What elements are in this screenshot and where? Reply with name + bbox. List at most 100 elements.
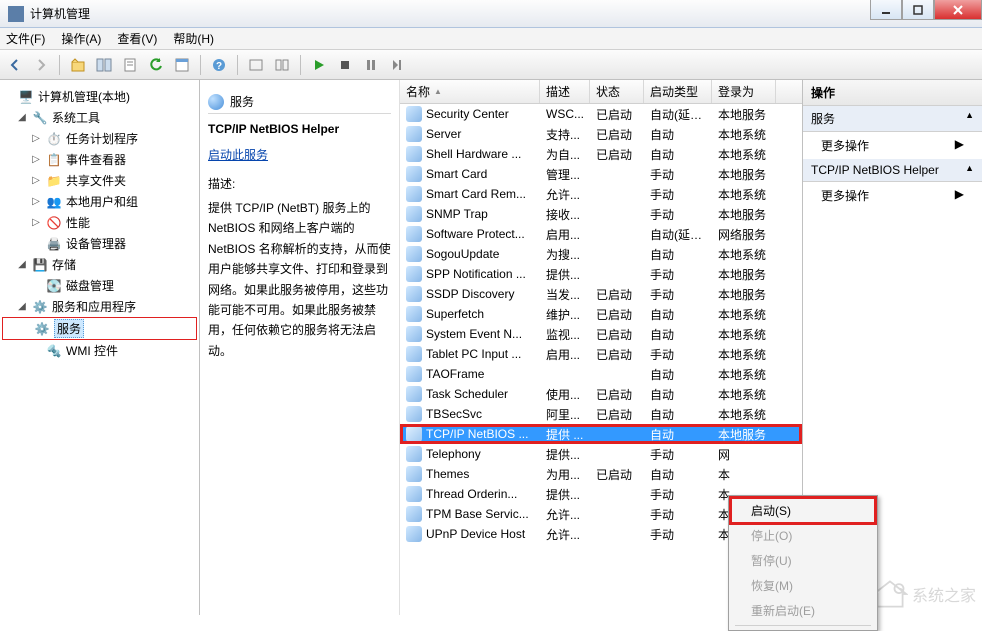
col-desc[interactable]: 描述 [540,80,590,103]
gear-icon [406,106,422,122]
service-logon-cell: 本地系统 [712,366,776,383]
tree-local-users[interactable]: ▷👥本地用户和组 [2,191,197,212]
app-icon [8,6,24,22]
close-button[interactable] [934,0,982,20]
service-row[interactable]: Security CenterWSC...已启动自动(延迟...本地服务 [400,104,802,124]
service-name-cell: Themes [426,467,469,481]
tree-services[interactable]: ⚙️服务 [2,317,197,340]
help-button[interactable]: ? [208,54,230,76]
service-row[interactable]: TAOFrame 自动本地系统 [400,364,802,384]
maximize-button[interactable] [902,0,934,20]
col-startup[interactable]: 启动类型 [644,80,712,103]
service-startup-cell: 手动 [644,166,712,183]
tree-root[interactable]: 🖥️计算机管理(本地) [2,86,197,107]
service-name-cell: TAOFrame [426,367,484,381]
ctx-restart: 重新启动(E) [731,598,875,623]
service-row[interactable]: TBSecSvc阿里...已启动自动本地系统 [400,404,802,424]
window-title: 计算机管理 [30,5,90,22]
service-logon-cell: 本地系统 [712,406,776,423]
service-name-cell: TCP/IP NetBIOS ... [426,427,528,441]
service-logon-cell: 本 [712,466,776,483]
menu-action[interactable]: 操作(A) [61,30,101,47]
service-row[interactable]: TCP/IP NetBIOS ...提供 ...自动本地服务 [400,424,802,444]
gear-icon [406,326,422,342]
actions-section-selected[interactable]: TCP/IP NetBIOS Helper▲ [803,159,982,182]
service-row[interactable]: SNMP Trap接收...手动本地服务 [400,204,802,224]
service-desc-cell: 允许... [540,526,590,543]
service-status-cell: 已启动 [590,106,644,123]
tree-performance[interactable]: ▷🚫性能 [2,212,197,233]
tree-storage[interactable]: ◢💾存储 [2,254,197,275]
actions-more-1[interactable]: 更多操作▶ [803,132,982,159]
tree-device-manager[interactable]: 🖨️设备管理器 [2,233,197,254]
col-logon[interactable]: 登录为 [712,80,776,103]
stop-service-button[interactable] [334,54,356,76]
service-startup-cell: 自动 [644,366,712,383]
service-status-cell: 已启动 [590,306,644,323]
service-logon-cell: 本地系统 [712,186,776,203]
service-row[interactable]: Software Protect...启用...自动(延迟...网络服务 [400,224,802,244]
tree-task-scheduler[interactable]: ▷⏱️任务计划程序 [2,128,197,149]
service-row[interactable]: System Event N...监视...已启动自动本地系统 [400,324,802,344]
pause-service-button[interactable] [360,54,382,76]
service-status-cell: 已启动 [590,466,644,483]
refresh-button[interactable] [145,54,167,76]
service-row[interactable]: SSDP Discovery当发...已启动手动本地服务 [400,284,802,304]
service-startup-cell: 手动 [644,526,712,543]
service-row[interactable]: Server支持...已启动自动本地系统 [400,124,802,144]
show-hide-tree-button[interactable] [93,54,115,76]
ctx-resume: 恢复(M) [731,573,875,598]
back-button[interactable] [4,54,26,76]
gear-icon [406,486,422,502]
tree-wmi[interactable]: 🔩WMI 控件 [2,340,197,361]
col-status[interactable]: 状态 [590,80,644,103]
service-row[interactable]: Task Scheduler使用...已启动自动本地系统 [400,384,802,404]
service-row[interactable]: SogouUpdate为搜...自动本地系统 [400,244,802,264]
service-row[interactable]: Tablet PC Input ...启用...已启动手动本地系统 [400,344,802,364]
gear-icon [406,366,422,382]
tree-system-tools[interactable]: ◢🔧系统工具 [2,107,197,128]
actions-more-2[interactable]: 更多操作▶ [803,182,982,209]
service-row[interactable]: Themes为用...已启动自动本 [400,464,802,484]
console-tree[interactable]: 🖥️计算机管理(本地) ◢🔧系统工具 ▷⏱️任务计划程序 ▷📋事件查看器 ▷📁共… [0,80,200,615]
service-name-cell: Smart Card [426,167,487,181]
service-status-cell: 已启动 [590,146,644,163]
toolbar-extra-1[interactable] [245,54,267,76]
tree-shared-folders[interactable]: ▷📁共享文件夹 [2,170,197,191]
service-row[interactable]: SPP Notification ...提供...手动本地服务 [400,264,802,284]
minimize-button[interactable] [870,0,902,20]
toolbar: ? [0,50,982,80]
service-row[interactable]: Smart Card管理...手动本地服务 [400,164,802,184]
export-button[interactable] [119,54,141,76]
chevron-right-icon: ▶ [955,137,964,154]
service-startup-cell: 手动 [644,186,712,203]
forward-button[interactable] [30,54,52,76]
actions-title: 操作 [803,80,982,106]
service-row[interactable]: Superfetch维护...已启动自动本地系统 [400,304,802,324]
menu-help[interactable]: 帮助(H) [173,30,214,47]
service-row[interactable]: Telephony提供...手动网 [400,444,802,464]
properties-button[interactable] [171,54,193,76]
start-service-link[interactable]: 启动此服务 [208,146,268,163]
tree-services-apps[interactable]: ◢⚙️服务和应用程序 [2,296,197,317]
restart-service-button[interactable] [386,54,408,76]
service-startup-cell: 自动 [644,306,712,323]
col-name[interactable]: 名称▲ [400,80,540,103]
actions-section-services[interactable]: 服务▲ [803,106,982,132]
service-row[interactable]: Shell Hardware ...为自...已启动自动本地系统 [400,144,802,164]
tree-event-viewer[interactable]: ▷📋事件查看器 [2,149,197,170]
menu-file[interactable]: 文件(F) [6,30,45,47]
menu-view[interactable]: 查看(V) [117,30,157,47]
toolbar-extra-2[interactable] [271,54,293,76]
tree-disk-management[interactable]: 💽磁盘管理 [2,275,197,296]
service-name-cell: Server [426,127,461,141]
service-desc-cell: 管理... [540,166,590,183]
service-row[interactable]: Smart Card Rem...允许...手动本地系统 [400,184,802,204]
service-name-cell: SogouUpdate [426,247,499,261]
up-button[interactable] [67,54,89,76]
service-desc-cell: 启用... [540,346,590,363]
start-service-button[interactable] [308,54,330,76]
ctx-start[interactable]: 启动(S) [731,498,875,523]
gear-icon [406,346,422,362]
service-logon-cell: 本地服务 [712,106,776,123]
